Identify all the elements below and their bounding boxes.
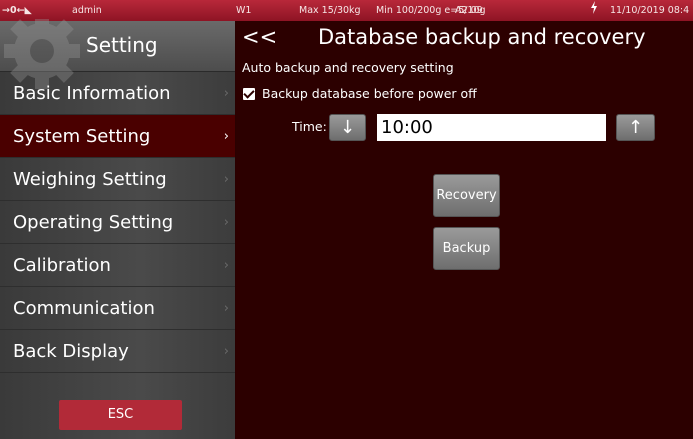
- sidebar-item-basic-information[interactable]: Basic Information ›: [0, 72, 235, 115]
- bolt-icon: [590, 0, 598, 21]
- max-capacity: Max 15/30kg: [299, 5, 361, 16]
- main-panel: << Database backup and recovery Auto bac…: [236, 21, 693, 439]
- sidebar-item-label: Weighing Setting: [13, 169, 167, 190]
- arrow-down-icon: ↓: [339, 117, 356, 138]
- chevron-right-icon: ›: [223, 129, 229, 144]
- sidebar-item-operating-setting[interactable]: Operating Setting ›: [0, 201, 235, 244]
- sidebar-item-label: Calibration: [13, 255, 111, 276]
- backup-button[interactable]: Backup: [433, 227, 500, 270]
- status-bar: →0←◣ admin W1 Max 15/30kg Min 100/200g e…: [0, 0, 693, 21]
- chevron-right-icon: ›: [223, 344, 229, 359]
- chevron-right-icon: ›: [223, 172, 229, 187]
- section-label: Auto backup and recovery setting: [242, 60, 454, 75]
- back-button[interactable]: <<: [242, 25, 277, 49]
- sidebar-item-label: Back Display: [13, 341, 129, 362]
- arrow-up-icon: ↑: [627, 117, 644, 138]
- time-input[interactable]: [377, 114, 606, 141]
- datetime: 11/10/2019 08:4: [610, 5, 690, 16]
- checkbox-label: Backup database before power off: [262, 86, 477, 101]
- recovery-button[interactable]: Recovery: [433, 174, 500, 217]
- sidebar-item-back-display[interactable]: Back Display ›: [0, 330, 235, 373]
- sidebar-title: Setting: [86, 33, 158, 57]
- sidebar-item-label: Basic Information: [13, 83, 171, 104]
- version: A2.09: [455, 5, 483, 16]
- chevron-right-icon: ›: [223, 215, 229, 230]
- chevron-right-icon: ›: [223, 86, 229, 101]
- chevron-right-icon: ›: [223, 258, 229, 273]
- scale-id: W1: [236, 5, 252, 16]
- sidebar: Setting Basic Information › System Setti…: [0, 19, 235, 439]
- time-increase-button[interactable]: ↑: [616, 114, 655, 141]
- time-decrease-button[interactable]: ↓: [329, 114, 366, 141]
- backup-before-power-off-checkbox[interactable]: [243, 88, 255, 100]
- current-user: admin: [72, 5, 102, 16]
- sidebar-header: Setting: [0, 19, 235, 89]
- sidebar-item-communication[interactable]: Communication ›: [0, 287, 235, 330]
- sidebar-item-label: Operating Setting: [13, 212, 174, 233]
- sidebar-item-system-setting[interactable]: System Setting ›: [0, 115, 235, 158]
- sidebar-item-weighing-setting[interactable]: Weighing Setting ›: [0, 158, 235, 201]
- zero-indicator: →0←◣: [2, 5, 32, 16]
- sidebar-item-label: System Setting: [13, 126, 151, 147]
- page-title: Database backup and recovery: [318, 25, 646, 49]
- chevron-right-icon: ›: [223, 301, 229, 316]
- esc-button[interactable]: ESC: [59, 400, 182, 430]
- time-label: Time:: [292, 119, 327, 134]
- sidebar-item-calibration[interactable]: Calibration ›: [0, 244, 235, 287]
- sidebar-item-label: Communication: [13, 298, 155, 319]
